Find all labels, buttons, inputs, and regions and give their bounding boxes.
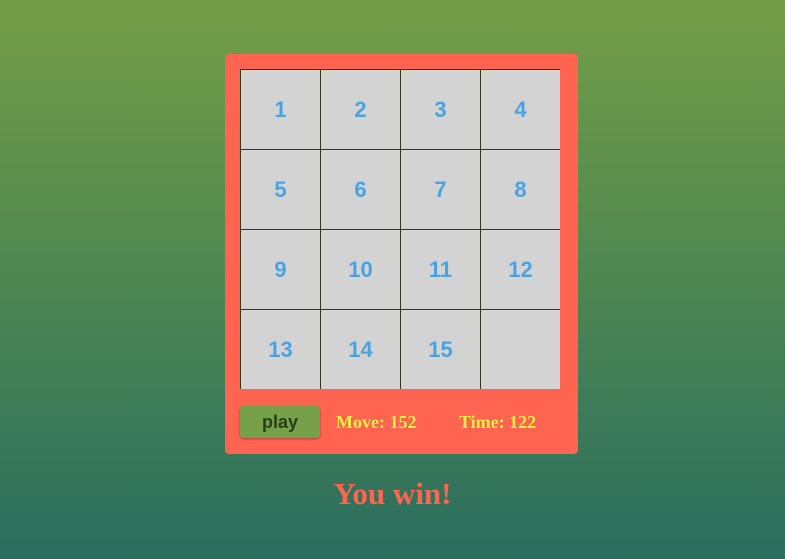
puzzle-tile[interactable]: 1 [241,70,320,149]
puzzle-tile[interactable]: 15 [401,310,480,389]
puzzle-tile[interactable]: 7 [401,150,480,229]
puzzle-tile[interactable]: 4 [481,70,560,149]
puzzle-tile[interactable]: 12 [481,230,560,309]
time-label: Time: [459,412,505,432]
move-counter: Move: 152 [336,412,416,433]
puzzle-tile[interactable]: 2 [321,70,400,149]
puzzle-tile[interactable]: 10 [321,230,400,309]
time-counter: Time: 122 [459,412,536,433]
puzzle-tile[interactable]: 3 [401,70,480,149]
game-panel: 1 2 3 4 5 6 7 8 9 10 11 12 13 14 15 play… [225,54,578,454]
move-value: 152 [389,412,417,432]
puzzle-tile[interactable]: 6 [321,150,400,229]
time-value: 122 [509,412,537,432]
puzzle-board: 1 2 3 4 5 6 7 8 9 10 11 12 13 14 15 [240,69,560,389]
win-message: You win! [333,476,452,511]
empty-tile-slot[interactable] [481,310,560,389]
puzzle-tile[interactable]: 14 [321,310,400,389]
play-button[interactable]: play [240,406,320,438]
move-label: Move: [336,412,385,432]
puzzle-tile[interactable]: 5 [241,150,320,229]
controls-bar: play Move: 152 Time: 122 [240,406,560,438]
puzzle-tile[interactable]: 13 [241,310,320,389]
puzzle-tile[interactable]: 11 [401,230,480,309]
puzzle-tile[interactable]: 9 [241,230,320,309]
puzzle-tile[interactable]: 8 [481,150,560,229]
